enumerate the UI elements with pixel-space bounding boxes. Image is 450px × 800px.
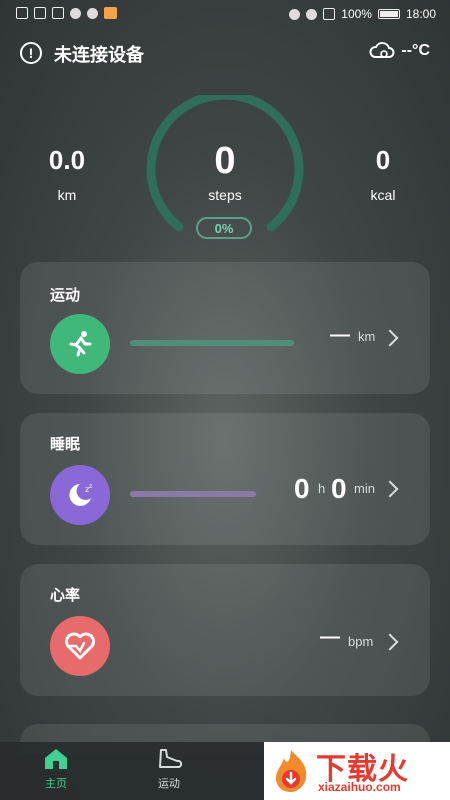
sleep-minute-unit: min (354, 481, 375, 496)
sleep-hour-unit: h (318, 481, 326, 496)
sport-card-title: 运动 (50, 287, 81, 304)
sport-progress-bar (130, 340, 294, 346)
flame-logo-icon (276, 750, 307, 792)
heart-rate-card[interactable]: 心率 — bpm (20, 564, 430, 696)
nav-home-label: 主页 (45, 778, 67, 790)
status-right: 100% 18:00 (289, 7, 436, 21)
chevron-right-icon (381, 480, 399, 498)
location-icon (306, 8, 318, 20)
sleep-hours: 0 (294, 473, 310, 504)
heart-icon (50, 616, 110, 676)
calories-unit: kcal (370, 187, 396, 203)
shoe-icon (159, 749, 183, 768)
chevron-right-icon (381, 329, 399, 347)
cloud-icon (369, 42, 395, 58)
running-icon (50, 314, 110, 374)
sleep-progress-bar (130, 491, 256, 497)
sport-card[interactable]: 运动 — km (20, 262, 430, 394)
calories-value: 0 (375, 145, 391, 175)
svg-text:z: z (89, 483, 92, 490)
nav-home[interactable]: 主页 (21, 747, 91, 791)
battery-icon (377, 9, 400, 19)
sport-unit: km (358, 329, 376, 344)
steps-unit: steps (208, 187, 242, 203)
sleep-minutes: 0 (331, 473, 347, 504)
moon-icon: z z (50, 465, 110, 525)
heart-value: — (320, 626, 340, 648)
battery-percent: 100% (341, 7, 372, 21)
heart-unit: bpm (348, 634, 374, 649)
temperature: --°C (401, 42, 430, 59)
cloud-icon (87, 7, 98, 19)
app-badge-icon (104, 7, 117, 19)
vibrate-icon (323, 8, 336, 20)
wifi-icon (34, 7, 46, 19)
nav-sport[interactable]: 运动 (134, 747, 204, 791)
sport-value: — (330, 324, 350, 346)
notification-icon (52, 7, 64, 19)
header: ! 未连接设备 --°C (20, 40, 430, 70)
alert-icon[interactable]: ! (20, 42, 42, 64)
status-left-icons (16, 7, 117, 19)
clock: 18:00 (405, 7, 436, 21)
status-bar: 100% 18:00 (0, 0, 450, 30)
distance-value: 0.0 (48, 145, 86, 175)
sleep-card-title: 睡眠 (50, 436, 81, 453)
bluetooth-icon (289, 8, 301, 20)
nav-sport-label: 运动 (158, 778, 180, 790)
home-icon (45, 749, 67, 769)
weather-widget[interactable]: --°C (369, 42, 430, 60)
connection-status[interactable]: 未连接设备 (54, 41, 144, 67)
steps-percent: 0% (196, 217, 252, 239)
heart-card-title: 心率 (50, 587, 81, 604)
watermark-url: xiazaihuo.com (318, 780, 401, 794)
watermark: 下载火 xiazaihuo.com (264, 742, 450, 800)
usb-icon (70, 7, 81, 19)
chevron-right-icon (381, 633, 399, 651)
sleep-card[interactable]: 睡眠 z z 0 h 0 min (20, 413, 430, 545)
steps-value: 0 (214, 140, 236, 182)
distance-unit: km (57, 187, 77, 203)
nfc-icon (16, 7, 28, 19)
